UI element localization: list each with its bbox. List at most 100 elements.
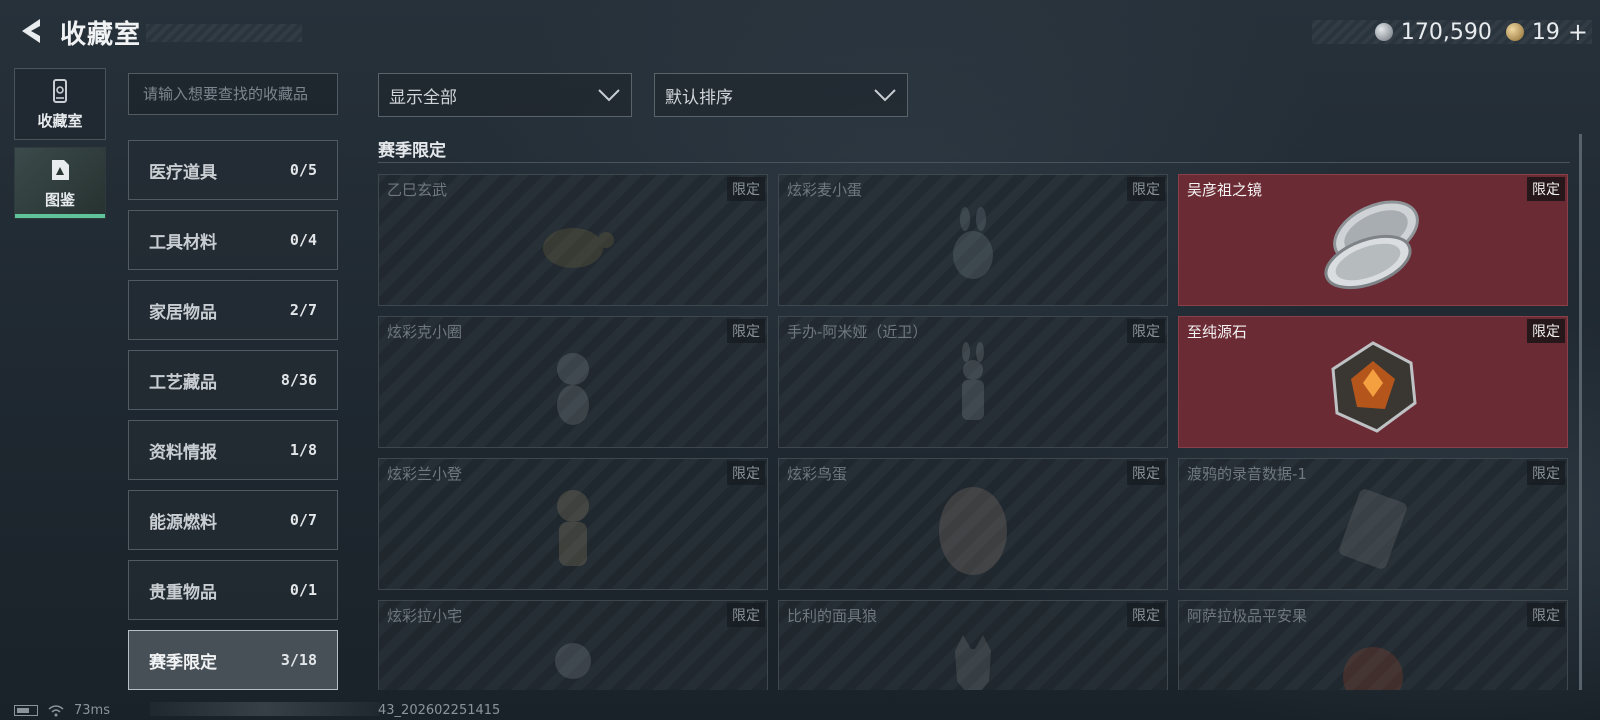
limited-tag: 限定 [1527, 603, 1565, 627]
item-name: 渡鸦的录音数据-1 [1187, 465, 1307, 483]
item-card[interactable]: 吴彦祖之镜 限定 [1178, 174, 1568, 306]
item-name: 手办-阿米娅（近卫） [787, 323, 928, 341]
turtle-icon [543, 228, 614, 269]
category-name: 赛季限定 [149, 652, 217, 673]
item-card[interactable]: 比利的面具狼 限定 [778, 600, 1168, 690]
crystal-icon [1331, 341, 1417, 433]
category-count: 1/8 [289, 441, 317, 459]
apple-icon [1343, 647, 1403, 690]
page-title: 收藏室 [60, 20, 142, 50]
item-name: 吴彦祖之镜 [1187, 181, 1263, 199]
back-arrow-icon [22, 19, 40, 43]
filter-value: 显示全部 [389, 87, 457, 108]
item-name: 比利的面具狼 [787, 607, 878, 625]
section-divider [378, 162, 1570, 163]
limited-tag: 限定 [1527, 461, 1565, 485]
category-season-limited[interactable]: 赛季限定 3/18 [128, 630, 338, 690]
item-grid: 乙巳玄武 限定 炫彩麦小蛋 限定 吴彦祖之镜 限定 炫彩克小圈 限定 手办-阿米… [378, 174, 1570, 690]
limited-tag: 限定 [1127, 603, 1165, 627]
ticket-balance: 19 [1531, 19, 1560, 45]
limited-tag: 限定 [727, 319, 765, 343]
wolf-mask-icon [955, 635, 991, 690]
category-count: 8/36 [280, 371, 317, 389]
search-box [128, 73, 338, 115]
category-crafts[interactable]: 工艺藏品 8/36 [128, 350, 338, 410]
category-energy[interactable]: 能源燃料 0/7 [128, 490, 338, 550]
category-list: 医疗道具 0/5 工具材料 0/4 家居物品 2/7 工艺藏品 8/36 资料情… [128, 140, 338, 700]
limited-tag: 限定 [1527, 319, 1565, 343]
category-household[interactable]: 家居物品 2/7 [128, 280, 338, 340]
collection-screen: 收藏室 170,590 19 + 收藏室 图鉴 医疗道具 0/5 工 [0, 0, 1600, 720]
section-title: 赛季限定 [378, 141, 446, 161]
title-decoration [146, 24, 302, 42]
item-card[interactable]: 渡鸦的录音数据-1 限定 [1178, 458, 1568, 590]
chevron-down-icon [874, 89, 896, 102]
item-name: 炫彩拉小宅 [387, 607, 463, 625]
coin-balance: 170,590 [1400, 19, 1492, 45]
egg-icon [939, 487, 1007, 576]
category-name: 家居物品 [149, 302, 217, 323]
item-name: 炫彩鸟蛋 [787, 465, 848, 483]
filter-dropdown[interactable]: 显示全部 [378, 73, 632, 117]
category-name: 能源燃料 [149, 512, 217, 533]
item-card[interactable]: 炫彩克小圈 限定 [378, 316, 768, 448]
category-count: 2/7 [289, 301, 317, 319]
status-footer: 73ms [14, 703, 110, 718]
item-card[interactable]: 炫彩麦小蛋 限定 [778, 174, 1168, 306]
category-medical[interactable]: 医疗道具 0/5 [128, 140, 338, 200]
coin-icon [1374, 23, 1393, 41]
back-button[interactable] [14, 14, 48, 48]
mirror-icon [1324, 200, 1419, 290]
limited-tag: 限定 [1127, 177, 1165, 201]
item-name: 炫彩兰小登 [387, 465, 463, 483]
category-count: 0/7 [289, 511, 317, 529]
search-input[interactable] [143, 85, 323, 103]
item-card[interactable]: 炫彩兰小登 限定 [378, 458, 768, 590]
limited-tag: 限定 [727, 461, 765, 485]
tab-collection-room[interactable]: 收藏室 [14, 68, 106, 140]
item-card[interactable]: 炫彩鸟蛋 限定 [778, 458, 1168, 590]
category-count: 0/4 [289, 231, 317, 249]
ticket-icon [1505, 23, 1524, 41]
limited-tag: 限定 [727, 603, 765, 627]
item-name: 炫彩克小圈 [387, 323, 463, 341]
chevron-down-icon [598, 89, 620, 102]
grid-scrollbar[interactable] [1579, 134, 1582, 690]
tab-codex[interactable]: 图鉴 [14, 147, 106, 219]
wifi-icon [48, 704, 64, 716]
limited-tag: 限定 [1527, 177, 1565, 201]
category-count: 0/5 [289, 161, 317, 179]
item-name: 炫彩麦小蛋 [787, 181, 863, 199]
category-intel[interactable]: 资料情报 1/8 [128, 420, 338, 480]
item-card[interactable]: 乙巳玄武 限定 [378, 174, 768, 306]
sort-dropdown[interactable]: 默认排序 [654, 73, 908, 117]
item-name: 阿萨拉极品平安果 [1187, 607, 1308, 625]
recorder-icon [1339, 489, 1407, 569]
add-currency-button[interactable]: + [1568, 18, 1588, 46]
item-card[interactable]: 手办-阿米娅（近卫） 限定 [778, 316, 1168, 448]
item-name: 至纯源石 [1187, 323, 1248, 341]
currency-bar: 170,590 19 + [1312, 18, 1592, 46]
figure-icon [557, 490, 589, 567]
collection-room-icon [53, 78, 67, 103]
figure-icon [555, 643, 591, 680]
figure-icon [557, 353, 589, 426]
category-name: 贵重物品 [149, 582, 217, 603]
figurine-icon [962, 342, 984, 421]
item-card[interactable]: 阿萨拉极品平安果 限定 [1178, 600, 1568, 690]
category-name: 工具材料 [149, 232, 217, 253]
category-count: 0/1 [289, 581, 317, 599]
battery-icon [14, 705, 38, 716]
category-tools[interactable]: 工具材料 0/4 [128, 210, 338, 270]
build-code: 43_202602251415 [378, 703, 501, 718]
sort-value: 默认排序 [665, 87, 733, 108]
redacted-text [150, 702, 380, 716]
codex-icon [52, 159, 69, 180]
tab-collection-room-label: 收藏室 [37, 111, 83, 130]
tab-codex-label: 图鉴 [44, 190, 75, 209]
item-card[interactable]: 炫彩拉小宅 限定 [378, 600, 768, 690]
item-card[interactable]: 至纯源石 限定 [1178, 316, 1568, 448]
figure-icon [953, 207, 993, 280]
category-valuables[interactable]: 贵重物品 0/1 [128, 560, 338, 620]
limited-tag: 限定 [1127, 319, 1165, 343]
